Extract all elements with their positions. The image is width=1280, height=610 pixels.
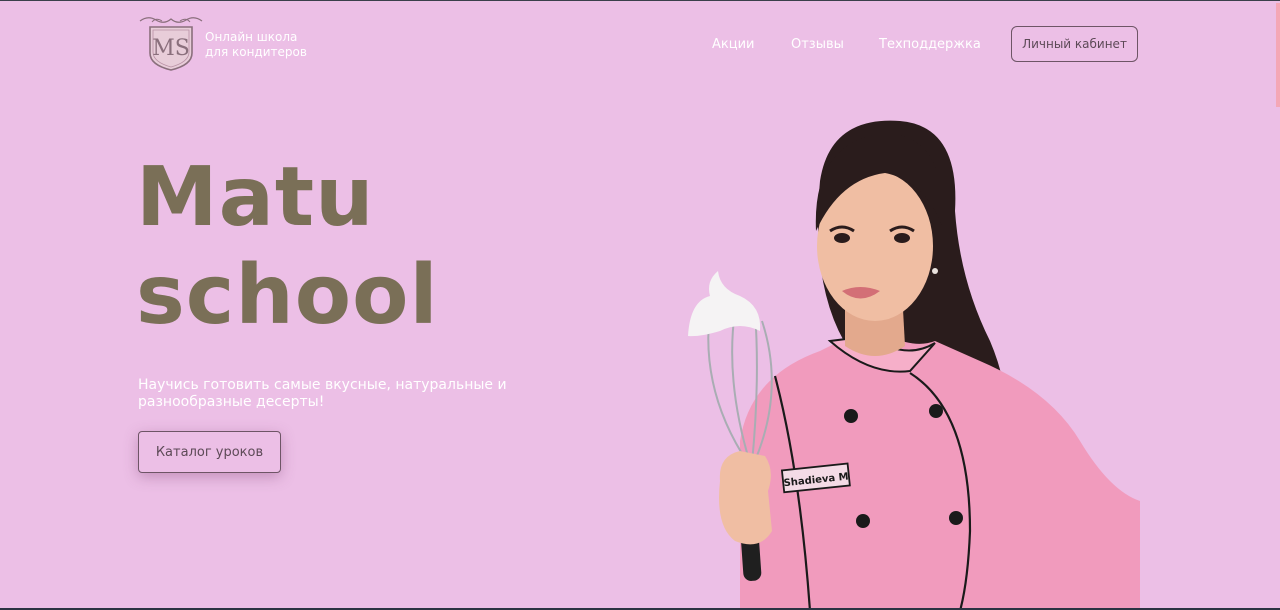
pastry-chef-photo: Shadieva M [688, 120, 1140, 608]
personal-account-button[interactable]: Личный кабинет [1011, 26, 1138, 62]
lesson-catalog-button[interactable]: Каталог уроков [138, 431, 281, 473]
school-tagline-line2: для кондитеров [205, 45, 307, 59]
nav-link-reviews[interactable]: Отзывы [791, 37, 844, 52]
school-tagline-line1: Онлайн школа [205, 30, 298, 44]
hero-title: Matu school [136, 149, 439, 345]
scroll-indicator[interactable] [1276, 3, 1280, 107]
hero-subtitle-line1: Научись готовить самые вкусные, натураль… [138, 377, 507, 393]
hero-subtitle: Научись готовить самые вкусные, натураль… [138, 377, 518, 411]
page: MS Онлайн школа для кондитеров Акции Отз… [0, 0, 1280, 610]
hero-subtitle-line2: разнообразные десерты! [138, 394, 325, 410]
logo-crest-icon[interactable]: MS [138, 13, 204, 73]
nav-link-support[interactable]: Техподдержка [879, 37, 981, 52]
hero-title-line1: Matu [136, 150, 375, 245]
nav-link-promotions[interactable]: Акции [712, 37, 755, 52]
hero-title-line2: school [136, 248, 439, 343]
logo-monogram: MS [152, 36, 190, 61]
school-tagline: Онлайн школа для кондитеров [205, 30, 307, 60]
